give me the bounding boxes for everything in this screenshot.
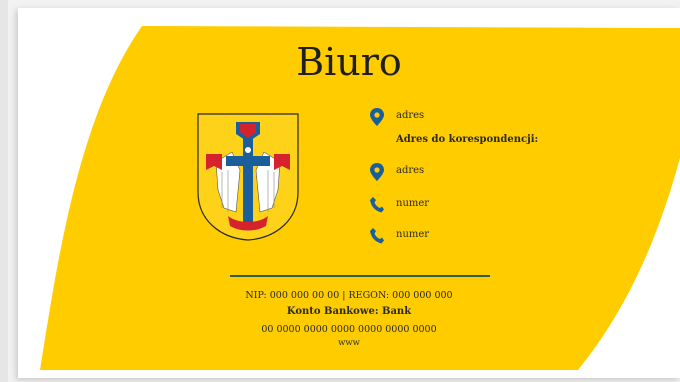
bank-label: Konto Bankowe: Bank <box>286 306 412 317</box>
divider <box>230 275 490 277</box>
phone-text-1: numer <box>396 198 430 209</box>
page-title: Biuro <box>296 40 402 84</box>
business-card: Biuro adres Adres do korespondencji: adr… <box>18 8 680 378</box>
bank-account: 00 0000 0000 0000 0000 0000 0000 <box>261 324 437 335</box>
correspondence-heading: Adres do korespondencji: <box>396 134 539 145</box>
phone-icon <box>370 228 384 244</box>
address-text-1: adres <box>396 110 425 121</box>
location-pin-icon <box>370 163 384 181</box>
website: www <box>338 338 360 348</box>
address-text-2: adres <box>396 165 425 176</box>
company-ids: NIP: 000 000 00 00 | REGON: 000 000 000 <box>245 290 453 301</box>
phone-text-2: numer <box>396 229 430 240</box>
coat-of-arms-icon <box>197 113 299 241</box>
location-pin-icon <box>370 108 384 126</box>
phone-icon <box>370 197 384 213</box>
